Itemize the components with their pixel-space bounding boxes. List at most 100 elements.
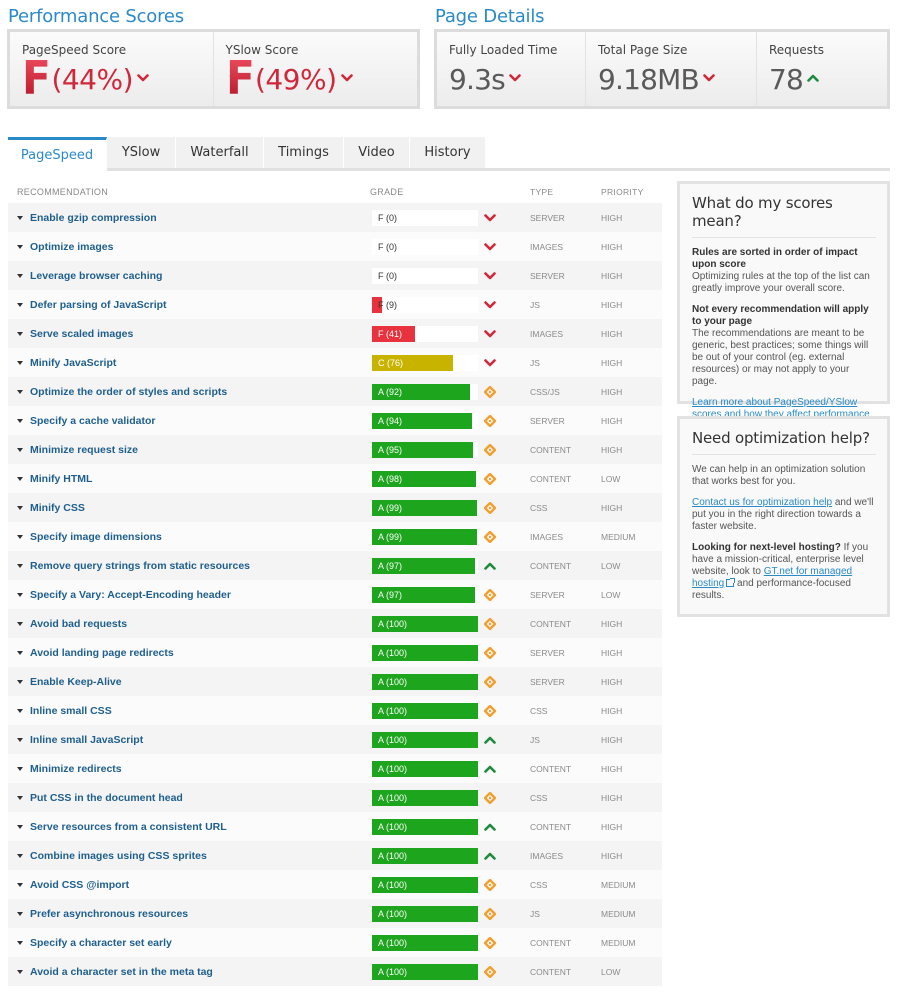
table-row[interactable]: Minify CSS A (99) CSS HIGH xyxy=(8,493,662,522)
expand-caret-icon[interactable] xyxy=(17,447,23,452)
expand-caret-icon[interactable] xyxy=(17,766,23,771)
recommendation-name[interactable]: Put CSS in the document head xyxy=(30,792,183,804)
recommendation-name[interactable]: Specify a character set early xyxy=(30,937,172,949)
expand-caret-icon[interactable] xyxy=(17,389,23,394)
table-row[interactable]: Specify image dimensions A (99) IMAGES MEDI… xyxy=(8,522,662,551)
contact-us-link[interactable]: Contact us for optimization help xyxy=(692,497,832,508)
recommendation-name[interactable]: Avoid CSS @import xyxy=(30,879,129,891)
tab-pagespeed[interactable]: PageSpeed xyxy=(8,137,107,171)
header-priority[interactable]: PRIORITY xyxy=(601,187,662,197)
tab-video[interactable]: Video xyxy=(344,137,410,168)
header-grade[interactable]: GRADE xyxy=(370,187,480,197)
table-row[interactable]: Minimize request size A (95) CONTENT HIGH xyxy=(8,435,662,464)
table-row[interactable]: Serve scaled images F (41) IMAGES HIGH xyxy=(8,319,662,348)
table-row[interactable]: Enable gzip compression F (0) SERVER HIGH xyxy=(8,203,662,232)
grade-value: A (100) xyxy=(378,821,408,832)
recommendation-name[interactable]: Optimize images xyxy=(30,241,113,253)
table-row[interactable]: Minify HTML A (98) CONTENT LOW xyxy=(8,464,662,493)
expand-caret-icon[interactable] xyxy=(17,795,23,800)
table-row[interactable]: Specify a character set early A (100) CONT… xyxy=(8,928,662,957)
table-row[interactable]: Avoid CSS @import A (100) CSS MEDIUM xyxy=(8,870,662,899)
recommendation-name[interactable]: Minimize redirects xyxy=(30,763,122,775)
table-row[interactable]: Remove query strings from static resourc… xyxy=(8,551,662,580)
recommendation-name[interactable]: Combine images using CSS sprites xyxy=(30,850,207,862)
grade-bar: A (100) xyxy=(372,847,478,864)
table-row[interactable]: Minify JavaScript C (76) JS HIGH xyxy=(8,348,662,377)
header-recommendation[interactable]: RECOMMENDATION xyxy=(8,187,370,197)
expand-caret-icon[interactable] xyxy=(17,882,23,887)
table-row[interactable]: Inline small CSS A (100) CSS HIGH xyxy=(8,696,662,725)
expand-caret-icon[interactable] xyxy=(17,853,23,858)
expand-caret-icon[interactable] xyxy=(17,911,23,916)
recommendation-name[interactable]: Serve resources from a consistent URL xyxy=(30,821,227,833)
expand-caret-icon[interactable] xyxy=(17,940,23,945)
pagespeed-score: PageSpeed Score F (44%) xyxy=(10,32,214,106)
expand-caret-icon[interactable] xyxy=(17,273,23,278)
table-row[interactable]: Optimize images F (0) IMAGES HIGH xyxy=(8,232,662,261)
table-row[interactable]: Avoid bad requests A (100) CONTENT HIGH xyxy=(8,609,662,638)
expand-caret-icon[interactable] xyxy=(17,592,23,597)
recommendation-name[interactable]: Remove query strings from static resourc… xyxy=(30,560,250,572)
table-row[interactable]: Inline small JavaScript A (100) JS HIGH xyxy=(8,725,662,754)
expand-caret-icon[interactable] xyxy=(17,679,23,684)
header-type[interactable]: TYPE xyxy=(530,187,601,197)
recommendation-name[interactable]: Specify image dimensions xyxy=(30,531,162,543)
recommendation-name[interactable]: Defer parsing of JavaScript xyxy=(30,299,167,311)
expand-caret-icon[interactable] xyxy=(17,737,23,742)
expand-caret-icon[interactable] xyxy=(17,360,23,365)
tab-history[interactable]: History xyxy=(410,137,486,168)
table-row[interactable]: Specify a Vary: Accept-Encoding header A … xyxy=(8,580,662,609)
table-row[interactable]: Combine images using CSS sprites A (100) I… xyxy=(8,841,662,870)
table-row[interactable]: Leverage browser caching F (0) SERVER HIGH xyxy=(8,261,662,290)
recommendation-name[interactable]: Inline small JavaScript xyxy=(30,734,143,746)
table-row[interactable]: Defer parsing of JavaScript F (9) JS HIGH xyxy=(8,290,662,319)
grade-value: F (41) xyxy=(378,328,403,339)
table-row[interactable]: Avoid landing page redirects A (100) SERVE… xyxy=(8,638,662,667)
recommendation-priority: LOW xyxy=(601,966,621,977)
table-row[interactable]: Avoid a character set in the meta tag A (… xyxy=(8,957,662,986)
recommendation-name[interactable]: Minimize request size xyxy=(30,444,138,456)
recommendation-type: JS xyxy=(530,734,540,745)
expand-caret-icon[interactable] xyxy=(17,708,23,713)
recommendation-name[interactable]: Specify a Vary: Accept-Encoding header xyxy=(30,589,231,601)
recommendation-name[interactable]: Minify JavaScript xyxy=(30,357,116,369)
recommendation-name[interactable]: Avoid bad requests xyxy=(30,618,127,630)
expand-caret-icon[interactable] xyxy=(17,534,23,539)
recommendation-name[interactable]: Minify CSS xyxy=(30,502,85,514)
recommendation-name[interactable]: Specify a cache validator xyxy=(30,415,155,427)
recommendation-name[interactable]: Inline small CSS xyxy=(30,705,112,717)
grade-bar: F (0) xyxy=(372,209,478,226)
expand-caret-icon[interactable] xyxy=(17,215,23,220)
grade-bar: A (100) xyxy=(372,934,478,951)
expand-caret-icon[interactable] xyxy=(17,244,23,249)
expand-caret-icon[interactable] xyxy=(17,621,23,626)
recommendation-name[interactable]: Prefer asynchronous resources xyxy=(30,908,188,920)
table-row[interactable]: Optimize the order of styles and scripts… xyxy=(8,377,662,406)
table-row[interactable]: Minimize redirects A (100) CONTENT HIGH xyxy=(8,754,662,783)
tab-yslow[interactable]: YSlow xyxy=(107,137,176,168)
table-row[interactable]: Specify a cache validator A (94) SERVER HIG… xyxy=(8,406,662,435)
recommendation-name[interactable]: Leverage browser caching xyxy=(30,270,162,282)
expand-caret-icon[interactable] xyxy=(17,418,23,423)
expand-caret-icon[interactable] xyxy=(17,476,23,481)
recommendation-name[interactable]: Avoid a character set in the meta tag xyxy=(30,966,213,978)
recommendation-name[interactable]: Optimize the order of styles and scripts xyxy=(30,386,227,398)
table-row[interactable]: Put CSS in the document head A (100) CSS HI… xyxy=(8,783,662,812)
recommendation-name[interactable]: Enable gzip compression xyxy=(30,212,157,224)
recommendation-name[interactable]: Enable Keep-Alive xyxy=(30,676,122,688)
table-row[interactable]: Prefer asynchronous resources A (100) JS ME… xyxy=(8,899,662,928)
expand-caret-icon[interactable] xyxy=(17,331,23,336)
tab-waterfall[interactable]: Waterfall xyxy=(176,137,264,168)
recommendation-name[interactable]: Serve scaled images xyxy=(30,328,133,340)
expand-caret-icon[interactable] xyxy=(17,505,23,510)
recommendation-name[interactable]: Minify HTML xyxy=(30,473,92,485)
table-row[interactable]: Enable Keep-Alive A (100) SERVER HIGH xyxy=(8,667,662,696)
tab-timings[interactable]: Timings xyxy=(264,137,344,168)
expand-caret-icon[interactable] xyxy=(17,650,23,655)
expand-caret-icon[interactable] xyxy=(17,824,23,829)
expand-caret-icon[interactable] xyxy=(17,969,23,974)
expand-caret-icon[interactable] xyxy=(17,302,23,307)
expand-caret-icon[interactable] xyxy=(17,563,23,568)
table-row[interactable]: Serve resources from a consistent URL A (… xyxy=(8,812,662,841)
recommendation-name[interactable]: Avoid landing page redirects xyxy=(30,647,174,659)
